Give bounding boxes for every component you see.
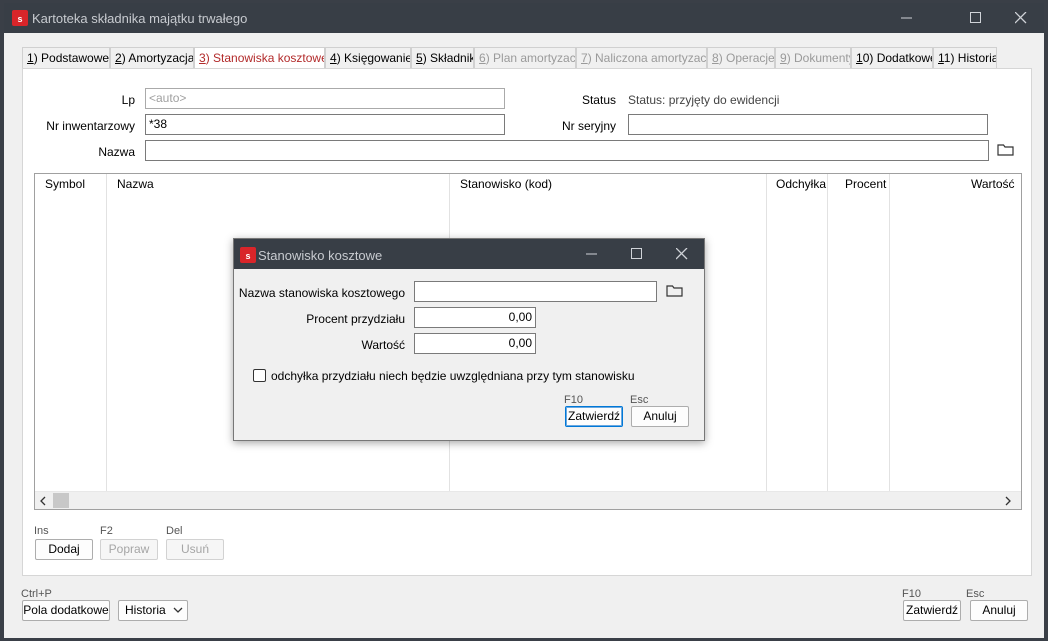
dialog-close-button[interactable] — [659, 239, 705, 269]
tab-operacje[interactable]: 8) Operacje — [707, 47, 775, 69]
extra-fields-hotkey: Ctrl+P — [21, 588, 52, 600]
edit-hotkey: F2 — [100, 525, 113, 537]
confirm-hotkey: F10 — [902, 588, 921, 600]
value-input[interactable]: 0,00 — [414, 333, 536, 354]
cost-center-name-input[interactable] — [414, 281, 657, 302]
status-label: Status — [581, 93, 616, 107]
folder-icon — [997, 144, 1014, 156]
nazwa-input[interactable] — [145, 140, 989, 161]
minimize-icon — [586, 253, 597, 255]
tab-plan-amortyzacji[interactable]: 6) Plan amortyzacji — [474, 47, 576, 69]
horizontal-scrollbar[interactable] — [35, 491, 1021, 509]
col-odchylka[interactable]: Odchyłka — [776, 177, 826, 191]
col-divider — [827, 174, 828, 494]
browse-folder-button[interactable] — [997, 142, 1015, 157]
nr-inwentarzowy-input[interactable]: *38 — [145, 114, 505, 135]
title-bar[interactable]: s Kartoteka składnika majątku trwałego — [4, 3, 1044, 33]
dialog-maximize-button[interactable] — [614, 239, 660, 269]
nazwa-label: Nazwa — [98, 145, 135, 159]
col-divider — [766, 174, 767, 494]
tab-historia[interactable]: 11) Historia — [933, 47, 997, 69]
dialog-confirm-button[interactable]: Zatwierdź — [565, 406, 623, 427]
cancel-button[interactable]: Anuluj — [970, 600, 1028, 621]
col-stanowisko-kod[interactable]: Stanowisko (kod) — [460, 177, 552, 191]
status-value: Status: przyjęty do ewidencji — [628, 93, 780, 107]
add-button[interactable]: Dodaj — [35, 539, 93, 560]
tab-naliczona-amortyzacja[interactable]: 7) Naliczona amortyzacja — [576, 47, 707, 69]
dialog-logo-icon: s — [240, 247, 256, 263]
close-icon — [675, 247, 688, 260]
dialog-cancel-button[interactable]: Anuluj — [631, 406, 689, 427]
maximize-icon — [631, 248, 642, 259]
maximize-icon — [970, 12, 981, 23]
tab-skladniki[interactable]: 5) Składniki — [411, 47, 474, 69]
col-wartosc[interactable]: Wartość — [971, 177, 1015, 191]
history-dropdown-label: Historia — [125, 603, 166, 617]
scroll-left-button[interactable] — [39, 495, 47, 509]
nr-seryjny-input[interactable] — [628, 114, 988, 135]
dialog-minimize-button[interactable] — [569, 239, 615, 269]
tab-dodatkowe[interactable]: 10) Dodatkowe — [851, 47, 933, 69]
col-symbol[interactable]: Symbol — [45, 177, 85, 191]
cost-center-dialog: s Stanowisko kosztowe Nazwa stanowiska k… — [233, 238, 705, 441]
tab-podstawowe[interactable]: 1) Podstawowe — [22, 47, 110, 69]
dialog-browse-button[interactable] — [666, 283, 684, 298]
edit-button[interactable]: Popraw — [100, 539, 158, 560]
cancel-hotkey: Esc — [966, 588, 985, 600]
cost-center-name-label: Nazwa stanowiska kosztowego — [238, 286, 405, 300]
add-hotkey: Ins — [34, 525, 49, 537]
dialog-confirm-hotkey: F10 — [564, 394, 583, 406]
window-title: Kartoteka składnika majątku trwałego — [32, 11, 248, 26]
scroll-thumb[interactable] — [53, 493, 69, 508]
deviation-checkbox-label[interactable]: odchyłka przydziału niech będzie uwzględ… — [271, 369, 635, 383]
minimize-icon — [901, 17, 912, 19]
deviation-checkbox[interactable] — [253, 369, 266, 382]
col-divider — [889, 174, 890, 494]
dialog-cancel-hotkey: Esc — [630, 394, 649, 406]
percent-label: Procent przydziału — [306, 312, 405, 326]
extra-fields-button[interactable]: Pola dodatkowe — [22, 600, 110, 621]
delete-button[interactable]: Usuń — [166, 539, 224, 560]
chevron-right-icon — [1005, 496, 1011, 506]
chevron-down-icon — [173, 607, 183, 613]
percent-input[interactable]: 0,00 — [414, 307, 536, 328]
confirm-button[interactable]: Zatwierdź — [903, 600, 961, 621]
nr-seryjny-label: Nr seryjny — [561, 119, 616, 133]
scroll-right-button[interactable] — [1004, 495, 1012, 509]
col-nazwa[interactable]: Nazwa — [117, 177, 154, 191]
dialog-title-bar[interactable]: s Stanowisko kosztowe — [234, 239, 704, 269]
close-icon — [1014, 11, 1027, 24]
col-divider — [106, 174, 107, 494]
app-logo-icon: s — [12, 10, 28, 26]
folder-icon — [666, 285, 683, 297]
tab-amortyzacja[interactable]: 2) Amortyzacja — [110, 47, 194, 69]
nr-inwentarzowy-label: Nr inwentarzowy — [46, 119, 135, 133]
tab-dokumenty[interactable]: 9) Dokumenty — [775, 47, 851, 69]
col-procent[interactable]: Procent — [845, 177, 886, 191]
close-button[interactable] — [998, 3, 1044, 33]
value-label: Wartość — [361, 338, 405, 352]
dialog-title: Stanowisko kosztowe — [258, 248, 383, 263]
history-dropdown[interactable]: Historia — [118, 600, 188, 621]
chevron-left-icon — [40, 496, 46, 506]
minimize-button[interactable] — [884, 3, 930, 33]
maximize-button[interactable] — [953, 3, 999, 33]
lp-input[interactable]: <auto> — [145, 88, 505, 109]
delete-hotkey: Del — [166, 525, 183, 537]
lp-label: Lp — [121, 93, 135, 107]
tab-ksiegowanie[interactable]: 4) Księgowanie — [325, 47, 411, 69]
tab-stanowiska-kosztowe[interactable]: 3) Stanowiska kosztowe — [194, 47, 325, 70]
